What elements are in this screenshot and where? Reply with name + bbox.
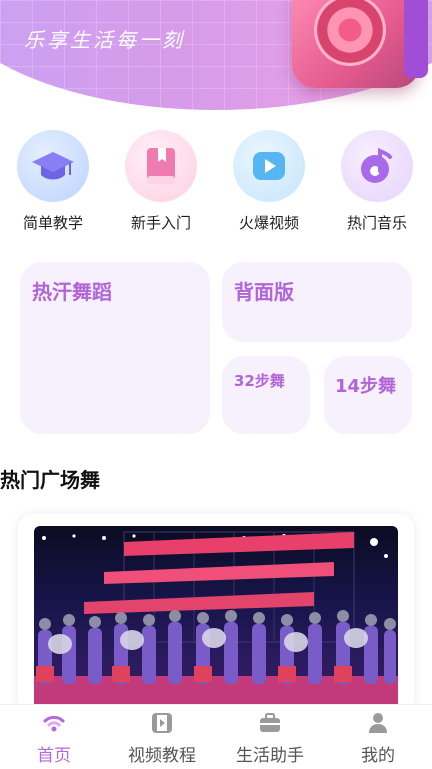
section-title: 热门广场舞 [0, 468, 100, 492]
book-icon [125, 130, 197, 202]
category-hot-video[interactable]: 火爆视频 [224, 130, 314, 233]
tile-hot-dance-label: 热汗舞蹈 [32, 280, 112, 304]
category-hot-music[interactable]: 热门音乐 [332, 130, 422, 233]
briefcase-icon [216, 711, 324, 735]
tile-32-steps[interactable]: 32步舞 [222, 356, 310, 434]
tile-hot-dance[interactable]: 热汗舞蹈 [20, 262, 210, 434]
nav-label: 视频教程 [128, 746, 196, 766]
nav-mine[interactable]: 我的 [324, 711, 432, 766]
category-label: 热门音乐 [346, 214, 407, 232]
bottom-nav: 首页 视频教程 生活助手 我的 [0, 704, 432, 769]
tile-back-version-label: 背面版 [234, 280, 294, 304]
nav-label: 我的 [361, 746, 395, 766]
header-banner: 乐享生活每一刻 [0, 0, 432, 112]
play-icon [233, 130, 305, 202]
nav-video-tutorial[interactable]: 视频教程 [108, 711, 216, 766]
tile-back-version[interactable]: 背面版 [222, 262, 412, 342]
speaker-illustration-icon [292, 0, 428, 88]
video-card[interactable] [18, 514, 414, 714]
nav-life-assistant[interactable]: 生活助手 [216, 711, 324, 766]
category-label: 简单教学 [22, 214, 83, 232]
category-label: 新手入门 [130, 214, 191, 232]
user-icon [324, 711, 432, 735]
video-thumbnail[interactable] [34, 526, 398, 714]
tile-14-steps-label: 14步舞 [335, 376, 397, 397]
category-row: 简单教学 新手入门 火爆视频 热门音乐 [0, 130, 432, 240]
tile-14-steps[interactable]: 14步舞 [324, 356, 412, 434]
nav-home[interactable]: 首页 [0, 711, 108, 766]
category-beginner[interactable]: 新手入门 [116, 130, 206, 233]
nav-label: 生活助手 [236, 746, 304, 766]
category-label: 火爆视频 [238, 214, 299, 232]
home-wifi-icon [0, 711, 108, 735]
category-simple-teaching[interactable]: 简单教学 [8, 130, 98, 233]
nav-label: 首页 [37, 746, 71, 766]
film-icon [108, 711, 216, 735]
music-note-icon [341, 130, 413, 202]
tile-32-steps-label: 32步舞 [234, 372, 285, 390]
graduation-cap-icon [17, 130, 89, 202]
banner-title: 乐享生活每一刻 [24, 28, 185, 52]
